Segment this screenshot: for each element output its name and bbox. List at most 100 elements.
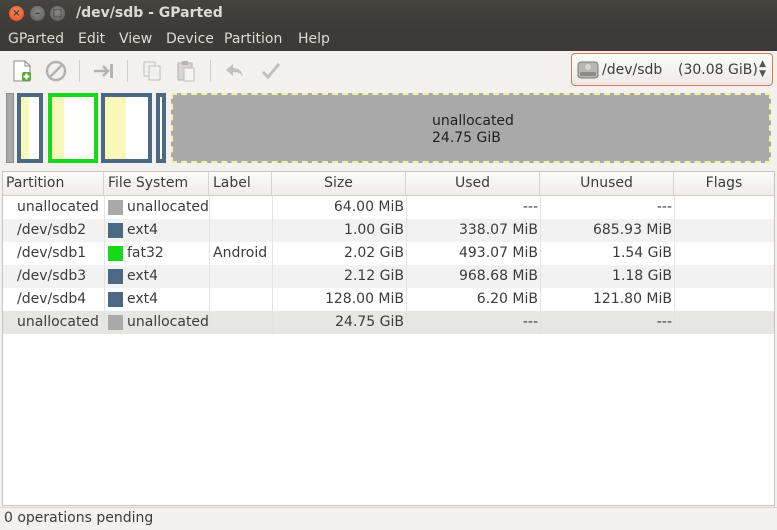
cell-file-system: ext4 xyxy=(127,222,159,238)
chevron-up-down-icon: ▲ ▼ xyxy=(759,59,766,79)
column-divider xyxy=(540,196,541,334)
partition-map: unallocated 24.75 GiB xyxy=(6,93,772,165)
toolbar-separator xyxy=(127,60,128,82)
cell-flags xyxy=(674,219,774,242)
header-used[interactable]: Used xyxy=(406,172,540,195)
filesystem-color-swatch xyxy=(108,223,123,238)
map-unallocated-small[interactable] xyxy=(6,93,14,163)
cell-partition: /dev/sdb4 xyxy=(17,291,87,307)
table-row-selected[interactable]: unallocated unallocated 24.75 GiB --- --… xyxy=(3,311,774,334)
table-row[interactable]: unallocated unallocated 64.00 MiB --- --… xyxy=(3,196,774,219)
resize-move-icon[interactable] xyxy=(92,59,116,83)
map-partition-sdb3[interactable] xyxy=(101,93,152,163)
cell-size: 128.00 MiB xyxy=(324,291,404,307)
menu-view[interactable]: View xyxy=(119,31,152,47)
cell-label xyxy=(213,196,272,219)
partition-table: Partition File System Label Size Used Un… xyxy=(2,171,775,506)
cell-used: 968.68 MiB xyxy=(458,268,538,284)
cell-size: 1.00 GiB xyxy=(344,222,404,238)
header-partition[interactable]: Partition xyxy=(3,172,104,195)
cell-label xyxy=(213,288,272,311)
cell-file-system: fat32 xyxy=(127,245,164,261)
cell-partition: /dev/sdb2 xyxy=(17,222,87,238)
table-row[interactable]: /dev/sdb3 ext4 2.12 GiB 968.68 MiB 1.18 … xyxy=(3,265,774,288)
table-row[interactable]: /dev/sdb2 ext4 1.00 GiB 338.07 MiB 685.9… xyxy=(3,219,774,242)
header-unused[interactable]: Unused xyxy=(540,172,674,195)
map-unallocated-large[interactable]: unallocated 24.75 GiB xyxy=(171,93,771,163)
device-size: (30.08 GiB) xyxy=(678,62,758,78)
toolbar-separator xyxy=(79,60,80,82)
cell-partition: /dev/sdb1 xyxy=(17,245,87,261)
cell-flags xyxy=(674,265,774,288)
header-label[interactable]: Label xyxy=(209,172,272,195)
cell-unused: 685.93 MiB xyxy=(592,222,672,238)
cell-unused: 1.18 GiB xyxy=(612,268,672,284)
map-partition-sdb1[interactable] xyxy=(48,93,98,163)
device-name: /dev/sdb xyxy=(602,62,663,78)
menu-help[interactable]: Help xyxy=(298,31,330,47)
new-partition-icon[interactable] xyxy=(10,59,34,83)
table-row[interactable]: /dev/sdb4 ext4 128.00 MiB 6.20 MiB 121.8… xyxy=(3,288,774,311)
window-title: /dev/sdb - GParted xyxy=(76,5,223,21)
minimize-window-button[interactable]: – xyxy=(30,6,45,21)
table-row[interactable]: /dev/sdb1 fat32 Android 2.02 GiB 493.07 … xyxy=(3,242,774,265)
cell-flags xyxy=(674,196,774,219)
cell-used: 338.07 MiB xyxy=(458,222,538,238)
filesystem-color-swatch xyxy=(108,315,123,330)
cell-label xyxy=(213,265,272,288)
delete-icon[interactable] xyxy=(44,59,68,83)
filesystem-color-swatch xyxy=(108,269,123,284)
map-partition-sdb4[interactable] xyxy=(156,93,166,163)
cell-label xyxy=(213,311,272,334)
minimize-icon: – xyxy=(35,8,40,19)
menu-edit[interactable]: Edit xyxy=(78,31,105,47)
header-flags[interactable]: Flags xyxy=(674,172,774,195)
title-bar: × – □ /dev/sdb - GParted xyxy=(0,0,777,28)
column-divider xyxy=(209,196,210,334)
header-size[interactable]: Size xyxy=(272,172,406,195)
cell-flags xyxy=(674,311,774,334)
filesystem-color-swatch xyxy=(108,246,123,261)
menu-device[interactable]: Device xyxy=(166,31,214,47)
cell-flags xyxy=(674,288,774,311)
cell-label xyxy=(213,219,272,242)
cell-file-system: unallocated xyxy=(127,199,209,215)
map-unallocated-label: unallocated xyxy=(432,113,514,129)
cell-used: --- xyxy=(522,314,538,330)
undo-icon[interactable] xyxy=(223,59,247,83)
cell-file-system: unallocated xyxy=(127,314,209,330)
map-partition-sdb2[interactable] xyxy=(17,93,43,163)
cell-unused: --- xyxy=(656,199,672,215)
filesystem-color-swatch xyxy=(108,200,123,215)
cell-used: 6.20 MiB xyxy=(476,291,538,307)
cell-unused: 1.54 GiB xyxy=(612,245,672,261)
cell-size: 2.12 GiB xyxy=(344,268,404,284)
cell-label: Android xyxy=(213,245,268,261)
cell-used: 493.07 MiB xyxy=(458,245,538,261)
header-file-system[interactable]: File System xyxy=(104,172,209,195)
paste-icon[interactable] xyxy=(174,59,198,83)
maximize-icon: □ xyxy=(52,8,63,19)
column-divider xyxy=(272,196,273,334)
cell-size: 24.75 GiB xyxy=(335,314,404,330)
column-divider xyxy=(104,196,105,334)
cell-file-system: ext4 xyxy=(127,291,159,307)
apply-icon[interactable] xyxy=(259,59,283,83)
cell-partition: unallocated xyxy=(17,199,99,215)
close-window-button[interactable]: × xyxy=(9,6,24,21)
menu-gparted[interactable]: GParted xyxy=(8,31,64,47)
device-selector[interactable]: /dev/sdb (30.08 GiB) ▲ ▼ xyxy=(571,53,773,86)
table-header: Partition File System Label Size Used Un… xyxy=(3,172,774,196)
menu-partition[interactable]: Partition xyxy=(224,31,282,47)
cell-used: --- xyxy=(522,199,538,215)
cell-unused: 121.80 MiB xyxy=(592,291,672,307)
map-unallocated-size: 24.75 GiB xyxy=(432,130,501,146)
cell-unused: --- xyxy=(656,314,672,330)
menu-bar: GParted Edit View Device Partition Help xyxy=(0,28,777,51)
cell-size: 64.00 MiB xyxy=(333,199,404,215)
cell-file-system: ext4 xyxy=(127,268,159,284)
copy-icon[interactable] xyxy=(140,59,164,83)
cell-partition: unallocated xyxy=(17,314,99,330)
maximize-window-button[interactable]: □ xyxy=(50,6,65,21)
hard-disk-icon xyxy=(577,61,599,79)
